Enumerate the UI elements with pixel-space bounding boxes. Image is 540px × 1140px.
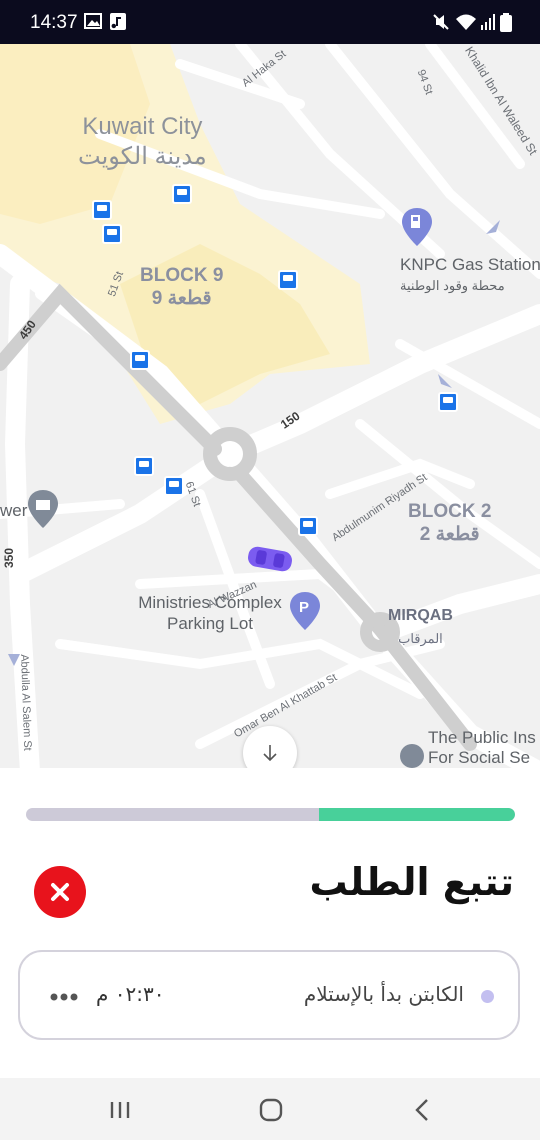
order-status-card[interactable]: الكابتن بدأ بالإستلام ٠٢:٣٠ م [18,950,520,1040]
gas-station-label: KNPC Gas Station محطة وقود الوطنية [400,254,540,296]
close-icon [51,883,69,901]
page-title: تتبع الطلب [309,860,514,904]
cancel-order-button[interactable] [34,866,86,918]
public-institution-label: The Public Ins For Social Se [428,728,536,767]
direction-arrow-icon [438,374,452,388]
back-icon[interactable] [408,1096,438,1124]
recent-apps-icon[interactable] [106,1096,136,1124]
bus-stop-icon[interactable] [92,200,112,220]
image-icon [84,13,102,29]
bus-stop-icon[interactable] [278,270,298,290]
bus-stop-icon[interactable] [102,224,122,244]
battery-icon [500,13,512,32]
status-dot [481,990,494,1003]
city-label-ar: مدينة الكويت [78,143,207,170]
gas-station-name-ar: محطة وقود الوطنية [400,278,505,293]
wifi-icon [456,14,476,30]
bus-stop-icon[interactable] [134,456,154,476]
vehicle-marker-icon[interactable] [246,544,294,574]
bus-stop-icon[interactable] [298,516,318,536]
district-name-en: MIRQAB [388,607,453,624]
status-text: الكابتن بدأ بالإستلام [303,982,464,1006]
status-time: ٠٢:٣٠ م [96,982,165,1006]
order-progress-fill [319,808,515,821]
district-label-block2: BLOCK 2 قطعة 2 [408,500,491,546]
district-name-en: BLOCK 9 [140,265,224,286]
bus-stop-icon[interactable] [438,392,458,412]
gas-station-name-en: KNPC Gas Station [400,255,540,274]
tracking-sheet: تتبع الطلب الكابتن بدأ بالإستلام ٠٢:٣٠ م [0,768,540,1078]
status-bar: 14:37 [0,0,540,44]
direction-arrow-icon [8,654,20,666]
home-icon[interactable] [256,1096,286,1124]
district-name-ar: قطعة 9 [151,288,212,309]
landmark-pin-icon[interactable] [28,490,58,528]
bus-stop-icon[interactable] [172,184,192,204]
district-name-ar: المرقاب [398,631,443,646]
gas-station-pin-icon[interactable] [402,208,432,246]
more-dots-icon[interactable] [50,993,78,1001]
system-nav-bar [0,1078,540,1140]
city-label-en: Kuwait City [82,113,203,140]
signal-icon [481,14,495,30]
order-progress-bar [26,808,515,821]
arrow-down-icon [263,745,277,762]
bus-stop-icon[interactable] [164,476,184,496]
district-name-en: BLOCK 2 [408,501,492,522]
tower-label: wer [0,501,28,520]
music-note-icon [110,13,126,30]
city-label: Kuwait City مدينة الكويت [78,112,207,172]
parking-pin-icon[interactable]: P [290,592,320,630]
svg-text:P: P [299,599,309,616]
bus-stop-icon[interactable] [130,350,150,370]
map-view[interactable]: Kuwait City مدينة الكويت BLOCK 9 قطعة 9 … [0,44,540,772]
route-label: 350 [2,547,16,568]
status-time: 14:37 [30,12,78,33]
mute-icon [433,14,449,30]
district-name-ar: قطعة 2 [419,524,480,545]
direction-arrow-icon [486,220,500,234]
district-label-mirqab: MIRQAB المرقاب [388,604,453,650]
district-label-block9: BLOCK 9 قطعة 9 [140,264,223,310]
